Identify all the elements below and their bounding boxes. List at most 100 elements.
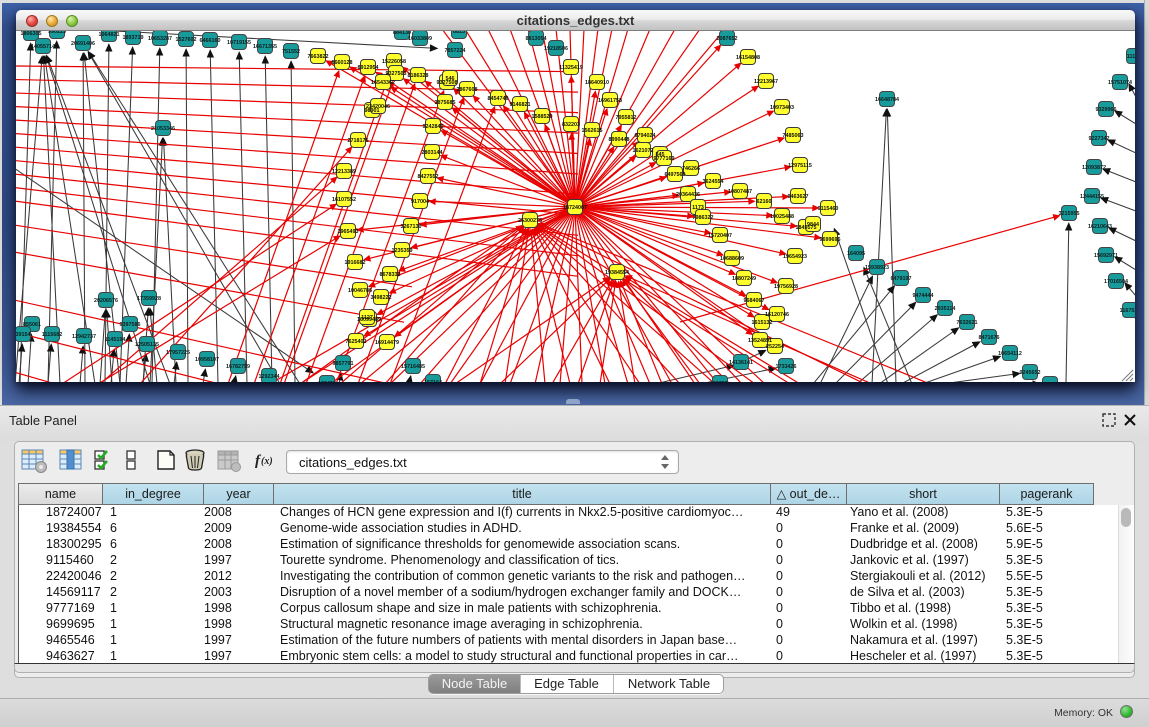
svg-text:1292344: 1292344 (259, 374, 280, 380)
svg-text:20206576: 20206576 (94, 298, 118, 304)
svg-text:1167533: 1167533 (1120, 308, 1135, 314)
svg-text:1806355: 1806355 (21, 31, 42, 37)
svg-text:9699695: 9699695 (820, 237, 841, 243)
svg-text:1733426: 1733426 (776, 364, 797, 370)
svg-text:9397586: 9397586 (120, 322, 141, 328)
svg-text:7955812: 7955812 (616, 115, 637, 121)
svg-text:1115682: 1115682 (42, 332, 62, 338)
svg-text:9327503: 9327503 (386, 71, 407, 77)
svg-text:15716485: 15716485 (401, 364, 425, 370)
svg-text:7986322: 7986322 (693, 215, 714, 221)
svg-text:2718176: 2718176 (348, 138, 369, 144)
svg-text:3215955: 3215955 (1059, 211, 1080, 217)
svg-text:9115460: 9115460 (818, 206, 839, 212)
svg-text:16914479: 16914479 (375, 340, 399, 346)
svg-text:19218506: 19218506 (544, 46, 568, 52)
svg-text:9474444: 9474444 (913, 293, 934, 299)
svg-text:12093872: 12093872 (1082, 165, 1106, 171)
svg-text:1615132: 1615132 (752, 320, 773, 326)
svg-text:3498222: 3498222 (371, 295, 392, 301)
svg-text:16107552: 16107552 (332, 197, 356, 203)
svg-text:14055714: 14055714 (31, 44, 55, 50)
svg-text:(x): (x) (261, 456, 273, 467)
svg-text:10688609: 10688609 (720, 256, 744, 262)
svg-text:7857224: 7857224 (445, 48, 466, 54)
svg-text:16033809: 16033809 (408, 36, 432, 42)
svg-text:3267130: 3267130 (401, 224, 422, 230)
svg-text:832203: 832203 (562, 122, 580, 128)
svg-text:8427552: 8427552 (418, 174, 439, 180)
svg-text:109453: 109453 (318, 381, 336, 382)
svg-text:19654923: 19654923 (783, 254, 807, 260)
svg-text:12213389: 12213389 (332, 169, 356, 175)
svg-text:1127: 1127 (361, 315, 373, 321)
svg-text:39154: 39154 (16, 332, 31, 338)
svg-text:6466160: 6466160 (200, 38, 221, 44)
svg-text:9844: 9844 (807, 222, 819, 228)
svg-text:10046786: 10046786 (348, 288, 372, 294)
svg-text:8454749: 8454749 (488, 96, 509, 102)
svg-text:1562615: 1562615 (582, 128, 603, 134)
svg-text:2803144: 2803144 (422, 150, 443, 156)
svg-text:15692971: 15692971 (1094, 253, 1118, 259)
svg-text:10807487: 10807487 (728, 189, 752, 195)
svg-text:8471676: 8471676 (979, 335, 1000, 341)
svg-text:8660128: 8660128 (332, 60, 353, 66)
svg-text:2935114: 2935114 (935, 306, 956, 312)
svg-text:11172: 11172 (1127, 54, 1135, 60)
svg-text:9146821: 9146821 (510, 102, 531, 108)
svg-text:990223: 990223 (48, 31, 66, 35)
svg-text:10654112: 10654112 (998, 351, 1022, 357)
svg-text:12213967: 12213967 (754, 79, 778, 85)
svg-text:1064821: 1064821 (99, 32, 120, 38)
svg-text:11325419: 11325419 (559, 65, 583, 71)
svg-text:15226058: 15226058 (382, 59, 406, 65)
svg-text:1916682: 1916682 (345, 260, 366, 266)
svg-text:10958107: 10958107 (195, 357, 219, 363)
svg-text:3624554: 3624554 (703, 179, 724, 185)
svg-text:1173: 1173 (692, 205, 704, 211)
svg-text:16671355: 16671355 (253, 44, 277, 50)
svg-text:17359928: 17359928 (137, 296, 161, 302)
svg-text:157164: 157164 (424, 380, 442, 382)
svg-text:10653287: 10653287 (148, 36, 172, 42)
svg-text:16961758: 16961758 (598, 98, 622, 104)
svg-text:1527602: 1527602 (176, 37, 197, 43)
svg-text:15720407: 15720407 (708, 233, 732, 239)
svg-text:8813054: 8813054 (526, 36, 547, 42)
svg-text:9857791: 9857791 (333, 361, 354, 367)
svg-text:917004: 917004 (411, 199, 429, 205)
svg-text:6794024: 6794024 (635, 133, 656, 139)
svg-text:86753: 86753 (713, 381, 728, 382)
svg-text:12505135: 12505135 (135, 342, 159, 348)
svg-text:8813: 8813 (453, 31, 465, 35)
svg-text:18807249: 18807249 (732, 276, 756, 282)
svg-text:17016504: 17016504 (1104, 279, 1128, 285)
svg-text:7485063: 7485063 (783, 133, 804, 139)
svg-text:855061: 855061 (23, 322, 41, 328)
svg-text:1893719: 1893719 (123, 35, 144, 41)
svg-text:12444155: 12444155 (1080, 194, 1104, 200)
svg-text:164095: 164095 (847, 251, 865, 257)
svg-text:1235359: 1235359 (392, 248, 413, 254)
svg-text:9329966: 9329966 (1096, 107, 1117, 113)
svg-text:15938923: 15938923 (865, 265, 889, 271)
svg-text:12975115: 12975115 (788, 163, 812, 169)
svg-text:1965493: 1965493 (338, 229, 359, 235)
svg-text:16782759: 16782759 (226, 364, 250, 370)
svg-text:2087652: 2087652 (717, 36, 738, 42)
svg-text:18640910: 18640910 (585, 80, 609, 86)
svg-text:1588520: 1588520 (532, 114, 553, 120)
svg-text:1145194: 1145194 (105, 337, 126, 343)
svg-text:10025488: 10025488 (770, 214, 794, 220)
svg-text:8912954: 8912954 (358, 65, 379, 71)
svg-text:751552: 751552 (282, 49, 300, 55)
svg-text:25300275: 25300275 (518, 218, 542, 224)
svg-text:1621072: 1621072 (633, 148, 654, 154)
svg-text:62160: 62160 (757, 199, 772, 205)
svg-text:546: 546 (446, 76, 455, 82)
svg-text:10973403: 10973403 (770, 105, 794, 111)
svg-text:16154808: 16154808 (736, 55, 760, 61)
svg-text:10719155: 10719155 (227, 40, 251, 46)
svg-text:21053346: 21053346 (151, 126, 175, 132)
